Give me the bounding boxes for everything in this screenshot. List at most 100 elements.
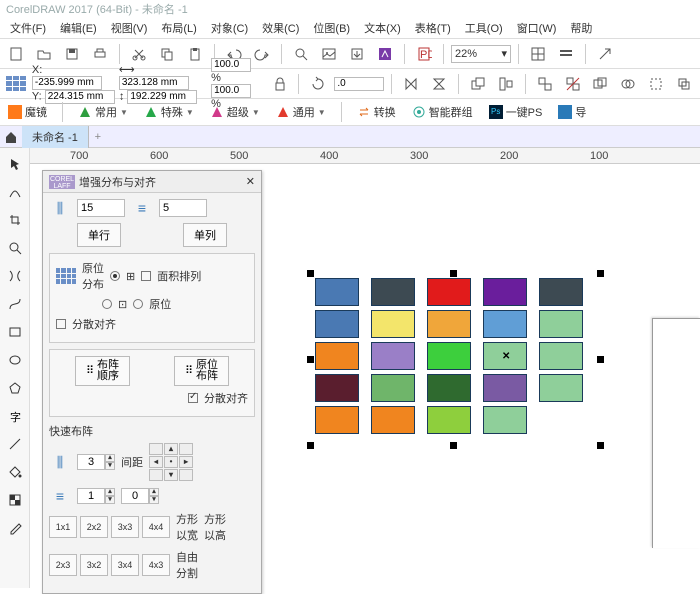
align-distribute-docker[interactable]: CORELLAFF 增强分布与对齐 ✕ ⫼ ≡ 单行 单列 xyxy=(42,170,262,594)
pos-x-input[interactable] xyxy=(32,76,102,90)
color-swatch[interactable] xyxy=(427,278,471,306)
grid-2x2[interactable]: 2x2 xyxy=(80,516,108,538)
home-icon[interactable] xyxy=(0,125,22,149)
selection-group[interactable]: ✕ xyxy=(315,278,583,438)
chk-scatter2[interactable] xyxy=(188,393,198,403)
new-doc-icon[interactable] xyxy=(4,42,28,66)
rotation-input[interactable] xyxy=(334,77,384,91)
zoom-select[interactable]: 22%▾ xyxy=(451,45,511,63)
menu-effect[interactable]: 效果(C) xyxy=(262,20,299,36)
plugin-common[interactable]: 常用▼ xyxy=(74,102,132,122)
square-by-width-button[interactable]: 方形 以宽 xyxy=(176,511,198,543)
grid-1x1[interactable]: 1x1 xyxy=(49,516,77,538)
transparency-tool-icon[interactable] xyxy=(5,490,25,510)
color-swatch[interactable] xyxy=(539,342,583,370)
canvas-area[interactable]: 700 600 500 400 300 200 100 CORELLAFF 增强… xyxy=(30,148,700,588)
close-icon[interactable]: ✕ xyxy=(246,175,255,188)
grid-3x3[interactable]: 3x3 xyxy=(111,516,139,538)
selection-handle-nw[interactable] xyxy=(307,270,314,277)
width-input[interactable] xyxy=(119,76,189,90)
order-front-icon[interactable] xyxy=(466,72,490,96)
paste-icon[interactable] xyxy=(183,42,207,66)
crop-tool-icon[interactable] xyxy=(5,210,25,230)
export-plugin-button[interactable]: 导 xyxy=(554,102,590,122)
color-swatch[interactable]: ✕ xyxy=(483,342,527,370)
menu-edit[interactable]: 编辑(E) xyxy=(60,20,97,36)
menu-window[interactable]: 窗口(W) xyxy=(517,20,557,36)
menu-file[interactable]: 文件(F) xyxy=(10,20,46,36)
h-spacing-input[interactable] xyxy=(77,199,125,217)
v-spacing-input[interactable] xyxy=(159,199,207,217)
grid-distribute-icon[interactable] xyxy=(56,268,76,284)
publish-icon[interactable] xyxy=(373,42,397,66)
pdf-icon[interactable]: PDF xyxy=(412,42,436,66)
color-swatch[interactable] xyxy=(539,310,583,338)
plugin-general[interactable]: 通用▼ xyxy=(272,102,330,122)
add-tab-button[interactable]: + xyxy=(89,131,107,143)
text-tool-icon[interactable]: 字 xyxy=(5,406,25,426)
array-order-button[interactable]: ⠿布阵 顺序 xyxy=(75,356,130,386)
launch-icon[interactable] xyxy=(593,42,617,66)
v-count-spinner[interactable]: ▴▾ xyxy=(77,488,115,504)
options-icon[interactable] xyxy=(554,42,578,66)
oneclick-ps-button[interactable]: Ps一键PS xyxy=(485,102,547,122)
rectangle-tool-icon[interactable] xyxy=(5,322,25,342)
free-split-button[interactable]: 自由 分割 xyxy=(176,549,198,581)
pick-tool-icon[interactable] xyxy=(5,154,25,174)
menu-object[interactable]: 对象(C) xyxy=(211,20,248,36)
chk-area[interactable] xyxy=(141,271,151,281)
curve-tool-icon[interactable] xyxy=(5,294,25,314)
ellipse-tool-icon[interactable] xyxy=(5,350,25,370)
mojing-button[interactable]: 魔镜 xyxy=(4,102,51,122)
color-swatch[interactable] xyxy=(539,374,583,402)
radio-original[interactable] xyxy=(133,299,143,309)
mirror-v-icon[interactable] xyxy=(427,72,451,96)
chk-scatter1[interactable] xyxy=(56,319,66,329)
color-swatch[interactable] xyxy=(315,406,359,434)
eyedropper-tool-icon[interactable] xyxy=(5,518,25,538)
smartgroup-button[interactable]: 智能群组 xyxy=(408,102,477,122)
open-icon[interactable] xyxy=(32,42,56,66)
color-swatch[interactable] xyxy=(371,374,415,402)
selection-handle-s[interactable] xyxy=(450,442,457,449)
polygon-tool-icon[interactable] xyxy=(5,378,25,398)
print-icon[interactable] xyxy=(88,42,112,66)
radio-alt[interactable] xyxy=(102,299,112,309)
selection-handle-n[interactable] xyxy=(450,270,457,277)
color-swatch[interactable] xyxy=(371,278,415,306)
h-count-spinner[interactable]: ▴▾ xyxy=(77,454,115,470)
grid-4x3[interactable]: 4x3 xyxy=(142,554,170,576)
plugin-special[interactable]: 特殊▼ xyxy=(140,102,198,122)
combine-icon[interactable] xyxy=(589,72,613,96)
grid-3x2[interactable]: 3x2 xyxy=(80,554,108,576)
color-swatch[interactable] xyxy=(427,310,471,338)
search-icon[interactable] xyxy=(289,42,313,66)
snap-icon[interactable] xyxy=(526,42,550,66)
color-swatch[interactable] xyxy=(483,406,527,434)
plugin-super[interactable]: 超级▼ xyxy=(206,102,264,122)
image-icon[interactable] xyxy=(317,42,341,66)
single-col-button[interactable]: 单列 xyxy=(183,223,227,247)
menu-bitmap[interactable]: 位图(B) xyxy=(313,20,350,36)
selection-handle-se[interactable] xyxy=(597,442,604,449)
color-swatch[interactable] xyxy=(371,406,415,434)
gap-spinner[interactable]: ▴▾ xyxy=(121,488,159,504)
original-array-button[interactable]: ⠿原位 布阵 xyxy=(174,356,229,386)
selection-handle-sw[interactable] xyxy=(307,442,314,449)
freehand-tool-icon[interactable] xyxy=(5,266,25,286)
menu-layout[interactable]: 布局(L) xyxy=(161,20,196,36)
anchor-grid-icon[interactable] xyxy=(4,72,28,96)
selection-handle-w[interactable] xyxy=(307,356,314,363)
line-tool-icon[interactable] xyxy=(5,434,25,454)
color-swatch[interactable] xyxy=(483,374,527,402)
export-icon[interactable] xyxy=(345,42,369,66)
menu-view[interactable]: 视图(V) xyxy=(111,20,148,36)
color-swatch[interactable] xyxy=(315,278,359,306)
color-swatch[interactable] xyxy=(539,278,583,306)
grid-4x4[interactable]: 4x4 xyxy=(142,516,170,538)
grid-2x3[interactable]: 2x3 xyxy=(49,554,77,576)
copy-icon[interactable] xyxy=(155,42,179,66)
mirror-h-icon[interactable] xyxy=(399,72,423,96)
intersect-icon[interactable] xyxy=(672,72,696,96)
cut-icon[interactable] xyxy=(127,42,151,66)
